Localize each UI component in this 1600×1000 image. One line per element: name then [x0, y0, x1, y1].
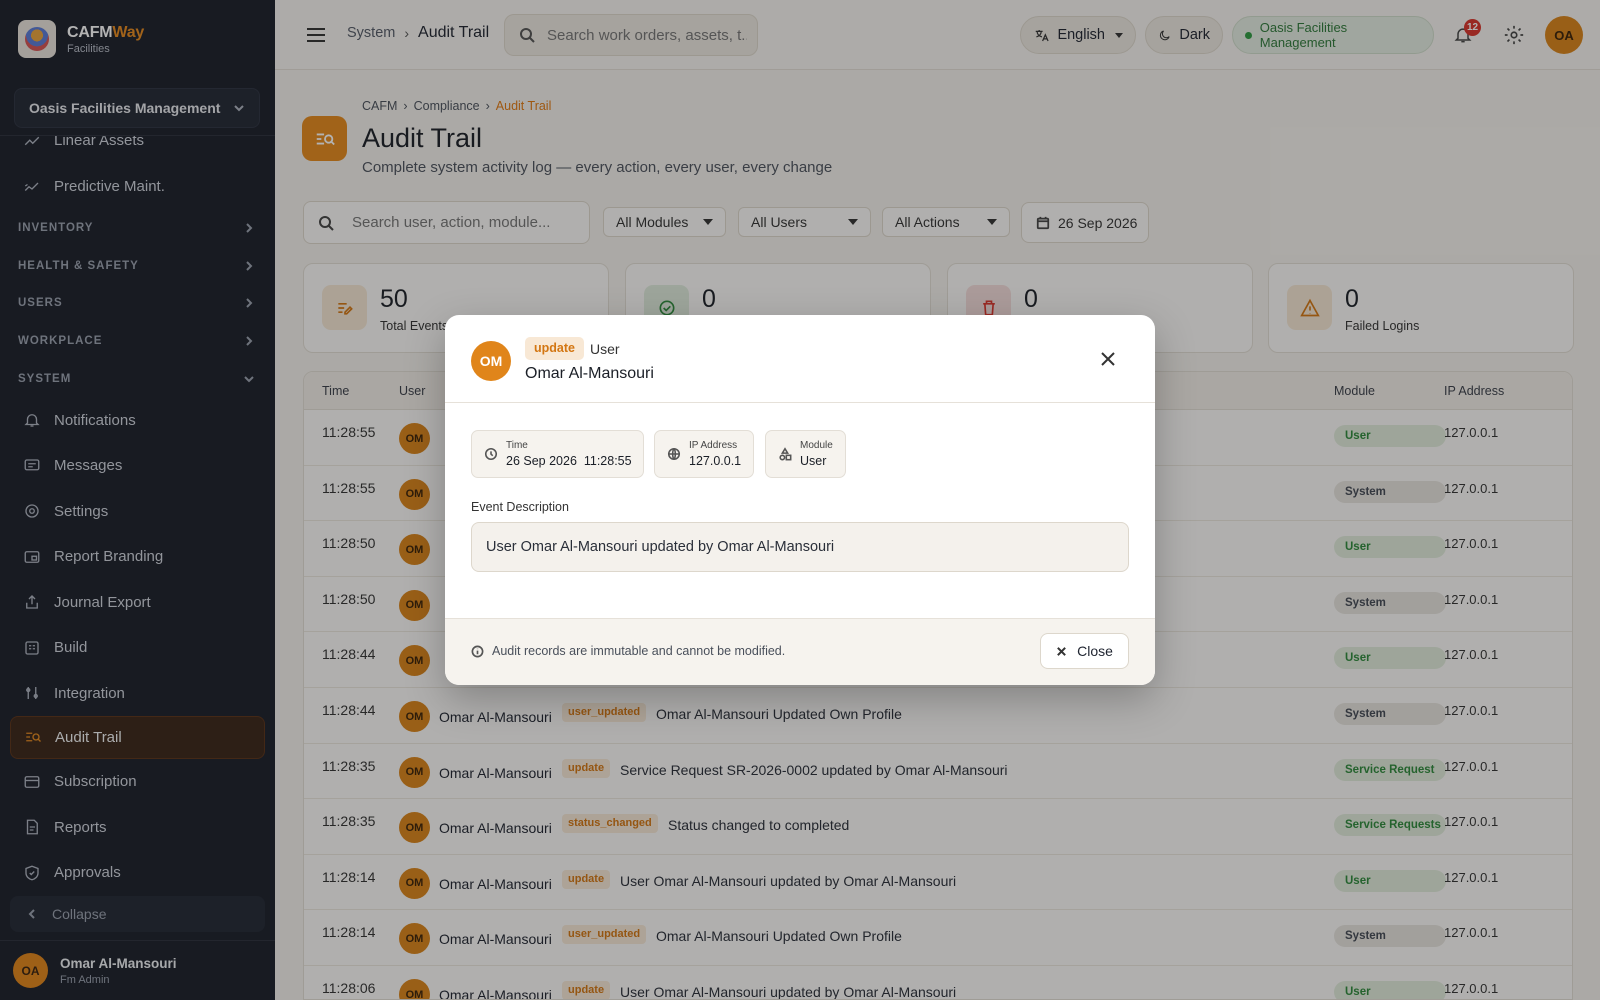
- action-badge: update: [525, 337, 584, 360]
- modal-footer: Audit records are immutable and cannot b…: [445, 618, 1155, 685]
- modal-header: OM update User Omar Al-Mansouri: [445, 315, 1155, 403]
- close-icon: [1057, 646, 1066, 656]
- module-chip: Module User: [765, 430, 846, 478]
- time-chip: Time 26 Sep 2026 11:28:55: [471, 430, 644, 478]
- close-button[interactable]: Close: [1040, 633, 1129, 669]
- modal-module: User: [590, 341, 620, 357]
- event-description: User Omar Al-Mansouri updated by Omar Al…: [471, 522, 1129, 572]
- modal-user-name: Omar Al-Mansouri: [525, 365, 654, 382]
- close-icon[interactable]: [1099, 350, 1117, 368]
- immutable-note: Audit records are immutable and cannot b…: [471, 644, 785, 658]
- modal-body: Time 26 Sep 2026 11:28:55 IP Address 127.0…: [445, 403, 1155, 613]
- shapes-icon: [779, 447, 792, 461]
- event-description-label: Event Description: [471, 500, 569, 514]
- globe-icon: [667, 447, 681, 461]
- ip-chip: IP Address 127.0.0.1: [654, 430, 754, 478]
- avatar: OM: [471, 341, 511, 381]
- clock-icon: [484, 447, 498, 461]
- event-detail-modal: OM update User Omar Al-Mansouri Time 26 S…: [445, 315, 1155, 685]
- info-icon: [471, 645, 484, 657]
